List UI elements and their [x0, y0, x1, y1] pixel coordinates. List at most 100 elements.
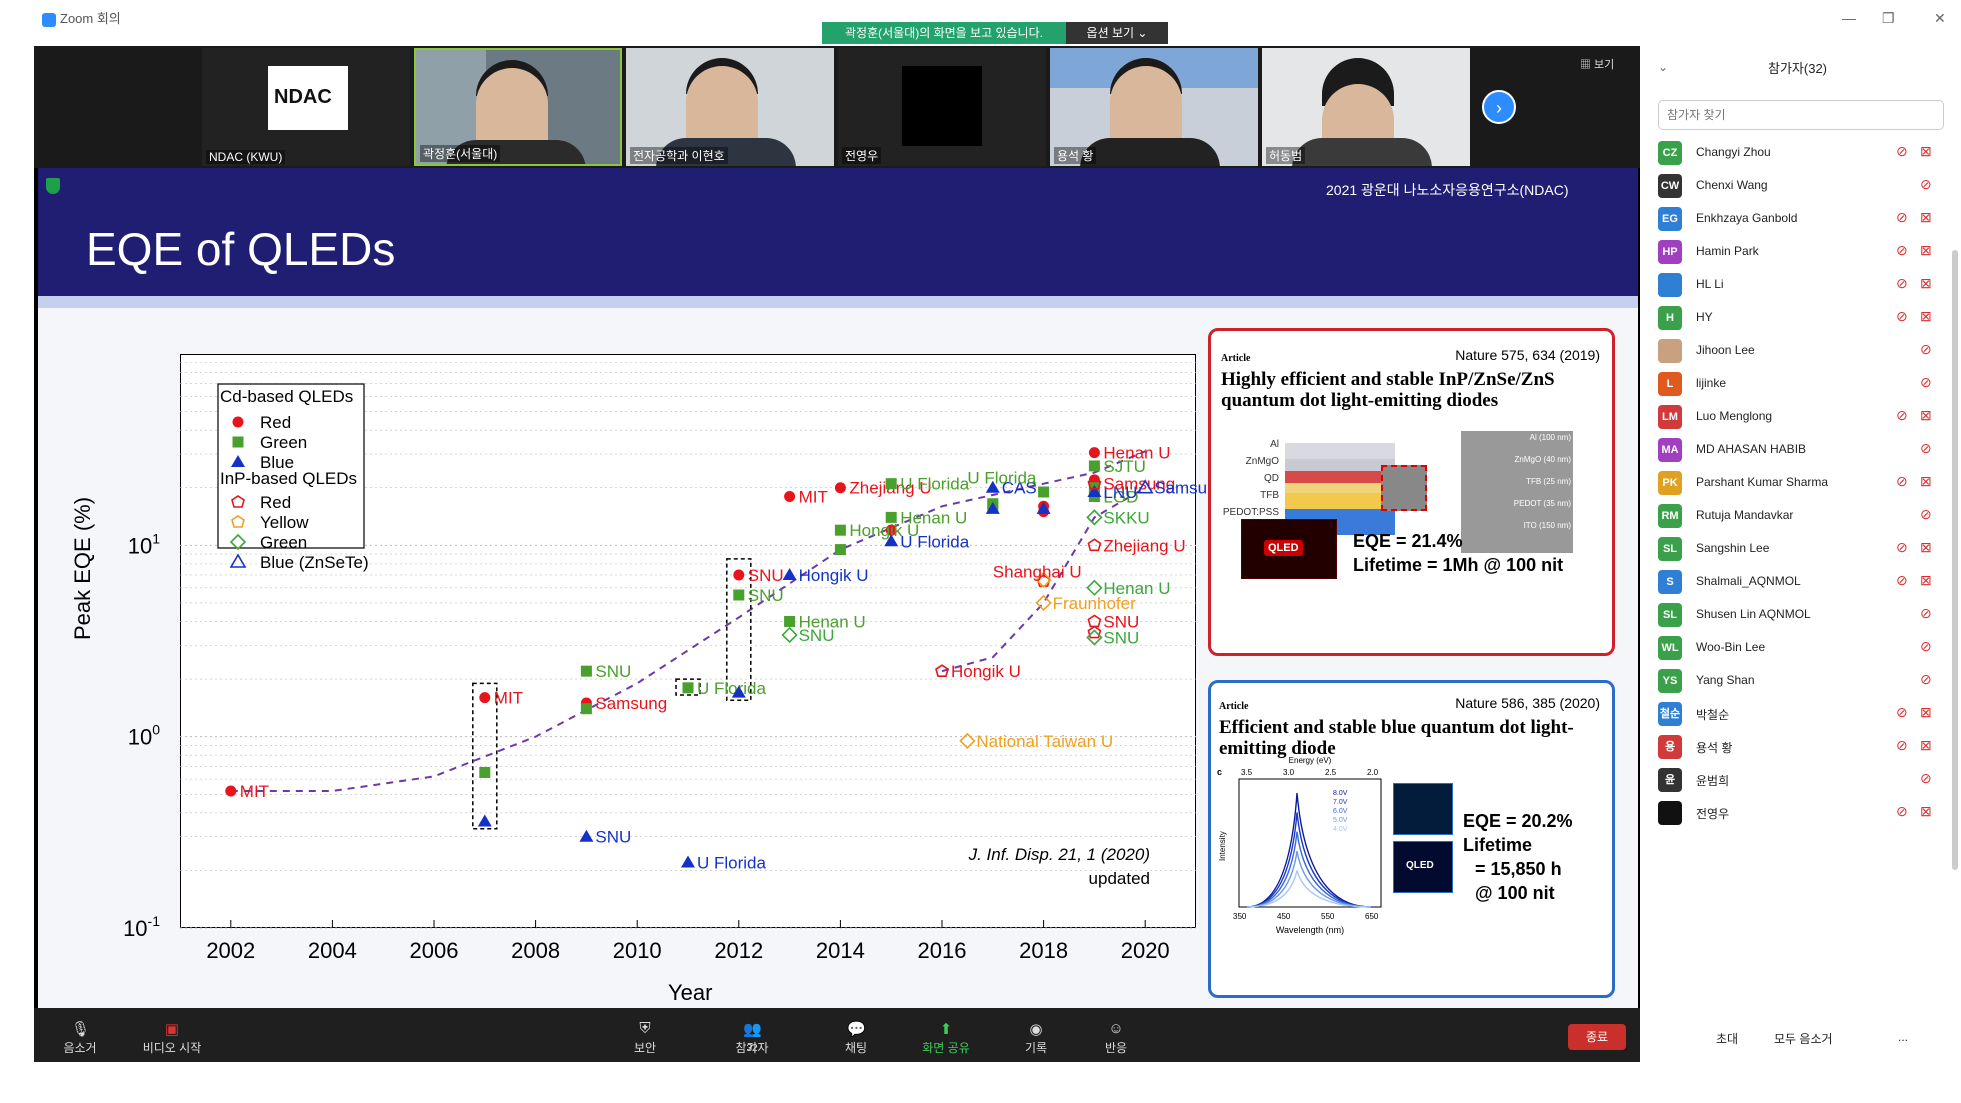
security-button[interactable]: ⛨ 보안	[605, 1020, 685, 1056]
muted-mic-icon[interactable]: ⊘	[1896, 308, 1908, 325]
participant-row[interactable]: 철순 박철순 ⊘ ⊠	[1658, 699, 1948, 729]
video-off-icon[interactable]: ⊠	[1920, 803, 1932, 820]
legend-entry: Green	[260, 433, 307, 452]
x-tick-label: 2018	[1019, 938, 1068, 963]
participant-row[interactable]: MA MD AHASAN HABIB ⊘	[1658, 435, 1948, 465]
participant-row[interactable]: HL Li ⊘ ⊠	[1658, 270, 1948, 300]
collapse-chevron-icon[interactable]: ⌄	[1658, 60, 1668, 74]
muted-mic-icon[interactable]: ⊘	[1920, 638, 1932, 655]
video-off-icon[interactable]: ⊠	[1920, 737, 1932, 754]
muted-mic-icon[interactable]: ⊘	[1920, 176, 1932, 193]
energy-axis-label: Energy (eV)	[1289, 756, 1332, 765]
muted-mic-icon[interactable]: ⊘	[1896, 539, 1908, 556]
participant-row[interactable]: PK Parshant Kumar Sharma ⊘ ⊠	[1658, 468, 1948, 498]
participant-row[interactable]: CZ Changyi Zhou ⊘ ⊠	[1658, 138, 1948, 168]
chat-button[interactable]: 💬 채팅	[816, 1020, 896, 1056]
muted-mic-icon[interactable]: ⊘	[1896, 737, 1908, 754]
participant-row[interactable]: WL Woo-Bin Lee ⊘	[1658, 633, 1948, 663]
participant-name: Luo Menglong	[1696, 409, 1773, 423]
muted-mic-icon[interactable]: ⊘	[1920, 605, 1932, 622]
video-off-icon[interactable]: ⊠	[1920, 572, 1932, 589]
energy-tick: 2.5	[1325, 768, 1337, 777]
muted-mic-icon[interactable]: ⊘	[1896, 473, 1908, 490]
video-off-icon[interactable]: ⊠	[1920, 143, 1932, 160]
video-button[interactable]: ▣ 비디오 시작	[132, 1020, 212, 1056]
participant-row[interactable]: YS Yang Shan ⊘	[1658, 666, 1948, 696]
participant-name: Sangshin Lee	[1696, 541, 1770, 555]
tem-layer-label: Al (100 nm)	[1529, 433, 1571, 442]
invite-button[interactable]: 초대	[1716, 1030, 1738, 1047]
participant-row[interactable]: EG Enkhzaya Ganbold ⊘ ⊠	[1658, 204, 1948, 234]
muted-mic-icon[interactable]: ⊘	[1896, 209, 1908, 226]
muted-mic-icon[interactable]: ⊘	[1920, 671, 1932, 688]
record-button[interactable]: ◉ 기록	[996, 1020, 1076, 1056]
muted-mic-icon[interactable]: ⊘	[1896, 704, 1908, 721]
muted-mic-icon[interactable]: ⊘	[1896, 572, 1908, 589]
blue-device-photo	[1393, 783, 1453, 835]
voltage-label: 5.0V	[1333, 817, 1348, 824]
video-off-icon[interactable]: ⊠	[1920, 539, 1932, 556]
x-tick-label: 2012	[714, 938, 763, 963]
paper1-lifetime: Lifetime = 1Mh @ 100 nit	[1353, 555, 1564, 575]
participant-row[interactable]: 용 용석 황 ⊘ ⊠	[1658, 732, 1948, 762]
video-off-icon[interactable]: ⊠	[1920, 209, 1932, 226]
paper-card-blue: Article Nature 586, 385 (2020) Efficient…	[1208, 680, 1615, 998]
participant-row[interactable]: Jihoon Lee ⊘	[1658, 336, 1948, 366]
x-tick-label: 2016	[918, 938, 967, 963]
video-off-icon[interactable]: ⊠	[1920, 275, 1932, 292]
mute-all-button[interactable]: 모두 음소거	[1774, 1030, 1833, 1047]
participant-row[interactable]: SL Shusen Lin AQNMOL ⊘	[1658, 600, 1948, 630]
point-label: SJTU	[1103, 457, 1146, 476]
muted-mic-icon[interactable]: ⊘	[1896, 242, 1908, 259]
reactions-button[interactable]: ☺ 반응	[1076, 1020, 1156, 1056]
paper-journal: Nature 575, 634 (2019)	[1455, 347, 1600, 363]
avatar: 용	[1658, 735, 1682, 759]
participant-row[interactable]: SL Sangshin Lee ⊘ ⊠	[1658, 534, 1948, 564]
participant-row[interactable]: 윤 윤범희 ⊘	[1658, 765, 1948, 795]
avatar: 철순	[1658, 702, 1682, 726]
muted-mic-icon[interactable]: ⊘	[1920, 374, 1932, 391]
video-off-icon[interactable]: ⊠	[1920, 308, 1932, 325]
muted-mic-icon[interactable]: ⊘	[1896, 803, 1908, 820]
participant-row[interactable]: CW Chenxi Wang ⊘	[1658, 171, 1948, 201]
participant-row[interactable]: LM Luo Menglong ⊘ ⊠	[1658, 402, 1948, 432]
muted-mic-icon[interactable]: ⊘	[1920, 506, 1932, 523]
layer-label: ZnMgO	[1245, 456, 1279, 467]
video-off-icon[interactable]: ⊠	[1920, 407, 1932, 424]
voltage-label: 7.0V	[1333, 799, 1348, 806]
muted-mic-icon[interactable]: ⊘	[1920, 440, 1932, 457]
data-point	[959, 732, 976, 750]
participant-row[interactable]: RM Rutuja Mandavkar ⊘	[1658, 501, 1948, 531]
participant-row[interactable]: Llijinke ⊘	[1658, 369, 1948, 399]
participant-row[interactable]: H HY ⊘ ⊠	[1658, 303, 1948, 333]
muted-mic-icon[interactable]: ⊘	[1920, 770, 1932, 787]
video-off-icon[interactable]: ⊠	[1920, 242, 1932, 259]
participant-search-input[interactable]	[1658, 100, 1944, 130]
participant-row[interactable]: HP Hamin Park ⊘ ⊠	[1658, 237, 1948, 267]
participants-button[interactable]: 👥32 참가자	[712, 1020, 792, 1056]
data-point	[681, 855, 695, 868]
participant-name: 용석 황	[1696, 741, 1733, 755]
end-meeting-button[interactable]: 종료	[1568, 1024, 1626, 1050]
muted-mic-icon[interactable]: ⊘	[1920, 341, 1932, 358]
avatar: S	[1658, 570, 1682, 594]
video-off-icon[interactable]: ⊠	[1920, 473, 1932, 490]
data-point	[784, 490, 796, 502]
muted-mic-icon[interactable]: ⊘	[1896, 275, 1908, 292]
muted-mic-icon[interactable]: ⊘	[1896, 407, 1908, 424]
participants-scrollbar[interactable]	[1952, 250, 1958, 870]
share-screen-button[interactable]: ⬆ 화면 공유	[906, 1020, 986, 1056]
share-label: 화면 공유	[922, 1041, 970, 1055]
muted-mic-icon[interactable]: ⊘	[1896, 143, 1908, 160]
data-point	[225, 785, 237, 797]
video-off-icon[interactable]: ⊠	[1920, 704, 1932, 721]
participant-row[interactable]: S Shalmali_AQNMOL ⊘ ⊠	[1658, 567, 1948, 597]
mute-button[interactable]: 🎙 음소거	[40, 1020, 120, 1056]
participant-row[interactable]: 전영우 ⊘ ⊠	[1658, 798, 1948, 828]
legend-entry: Red	[260, 413, 291, 432]
wavelength-tick: 450	[1277, 912, 1291, 921]
more-button[interactable]: ...	[1898, 1030, 1908, 1044]
legend-title: Cd-based QLEDs	[220, 387, 353, 406]
avatar: SL	[1658, 603, 1682, 627]
data-point	[1087, 625, 1102, 639]
